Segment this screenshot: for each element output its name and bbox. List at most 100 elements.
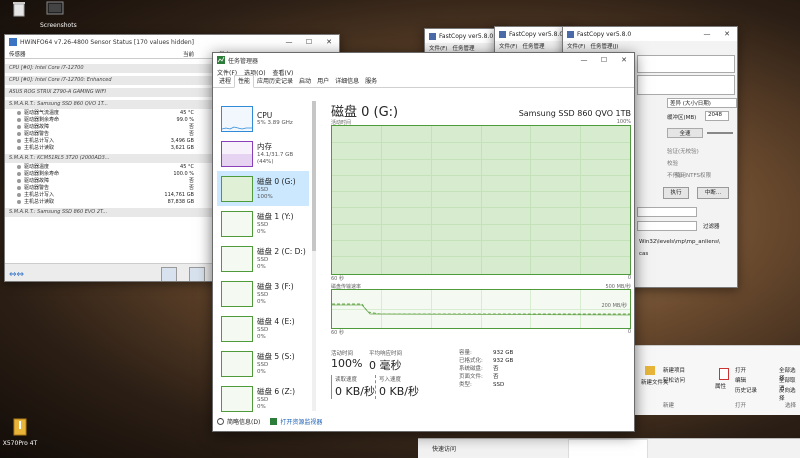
speed-slider[interactable]	[707, 132, 733, 134]
arrows-icon[interactable]: ⇔⇔	[9, 270, 24, 280]
tab-bar: 进程 性能 应用历史记录 启动 用户 详细信息 服务	[213, 75, 634, 88]
history-button[interactable]: 历史记录	[735, 386, 757, 394]
prop-key: 类型:	[459, 382, 472, 388]
scrollbar-thumb[interactable]	[312, 101, 316, 251]
config-icon[interactable]	[189, 267, 205, 281]
close-button[interactable]: ✕	[717, 27, 737, 41]
transfer-mid-label: 200 MB/秒	[601, 303, 627, 309]
network-icon[interactable]	[161, 267, 177, 281]
tab-performance[interactable]: 性能	[234, 75, 255, 88]
fastcopy-titlebar[interactable]: FastCopy ver5.8.0 — ✕	[563, 27, 737, 41]
menu-file[interactable]: 文件(F)	[567, 42, 585, 50]
preview-thumbnail[interactable]	[568, 439, 648, 458]
menu-file[interactable]: 文件(F)	[499, 42, 517, 50]
buffer-input[interactable]: 2048	[705, 111, 729, 121]
fastcopy-titlebar[interactable]: FastCopy ver5.8.0	[425, 29, 503, 43]
sidebar-item-disk4[interactable]: 磁盘 4 (E:) SSD 0%	[217, 311, 309, 346]
disk-thumbnail	[221, 385, 253, 412]
execute-button[interactable]: 执行	[663, 187, 689, 199]
row-current: 45 °C	[180, 109, 194, 116]
easy-access-button[interactable]: 轻松访问	[663, 376, 685, 384]
sidebar-item-sub: 14.1/31.7 GB (44%)	[257, 152, 294, 165]
close-button[interactable]: ✕	[614, 53, 634, 67]
sidebar-item-disk2[interactable]: 磁盘 2 (C: D:) SSD 0%	[217, 241, 309, 276]
sidebar-item-disk5[interactable]: 磁盘 5 (S:) SSD 0%	[217, 346, 309, 381]
menu-job[interactable]: 任务管理(J)	[590, 42, 618, 50]
menu-job[interactable]: 任务管理	[522, 42, 544, 50]
sidebar-item-sub: SSD	[257, 397, 269, 403]
prop-value: SSD	[493, 382, 505, 388]
invert-selection-button[interactable]: 反向选择	[779, 386, 800, 402]
disk-thumbnail	[221, 175, 253, 202]
menu-job[interactable]: 任务管理	[452, 44, 474, 52]
exclude-input[interactable]	[637, 221, 697, 231]
sidebar-item-disk6[interactable]: 磁盘 6 (Z:) SSD 0%	[217, 381, 309, 416]
sensor-icon	[17, 192, 21, 197]
stat-label: 平均响应时间	[369, 351, 403, 357]
sidebar-item-cpu[interactable]: CPU 5% 3.89 GHz	[217, 101, 309, 136]
sensor-icon	[17, 124, 21, 129]
disk-thumbnail	[221, 315, 253, 342]
column-header[interactable]: 传感器	[5, 50, 145, 58]
prop-key: 系统磁盘:	[459, 366, 483, 372]
sidebar-item-memory[interactable]: 内存 14.1/31.7 GB (44%)	[217, 136, 309, 171]
source-input[interactable]	[637, 55, 735, 73]
row-current: 45 °C	[180, 163, 194, 170]
sidebar-item-disk0[interactable]: 磁盘 0 (G:) SSD 100%	[217, 171, 309, 206]
stat-label: 写入速度	[379, 377, 402, 383]
tab-details[interactable]: 详细信息	[332, 76, 362, 87]
tab-processes[interactable]: 进程	[216, 76, 234, 87]
tab-app-history[interactable]: 应用历史记录	[254, 76, 296, 87]
stat-active-time: 活动时间 100%	[331, 349, 362, 370]
fewer-details-link[interactable]: 简略信息(D)	[227, 417, 260, 426]
sidebar-item-value: 0%	[257, 264, 266, 270]
tab-users[interactable]: 用户	[314, 76, 332, 87]
stat-value: 100%	[331, 357, 363, 370]
maximize-button[interactable]: ☐	[299, 35, 319, 49]
include-input[interactable]	[637, 207, 697, 217]
sidebar-item-disk1[interactable]: 磁盘 1 (Y:) SSD 0%	[217, 206, 309, 241]
open-button[interactable]: 打开	[735, 366, 746, 374]
close-button[interactable]: ✕	[319, 35, 339, 49]
explorer-bottom: 快速访问	[418, 438, 800, 458]
new-item-button[interactable]: 新建项目	[663, 366, 685, 374]
archive-icon	[13, 418, 27, 436]
menu-file[interactable]: 文件(F)	[429, 44, 447, 52]
performance-sidebar: CPU 5% 3.89 GHz 内存 14.1/31.7 GB (44%) 磁盘 0…	[217, 101, 309, 412]
page-title: 磁盘 0 (G:)	[331, 105, 399, 120]
properties-icon[interactable]	[719, 368, 729, 380]
desktop-icon-screenshots[interactable]: Screenshots	[40, 0, 77, 29]
edit-button[interactable]: 编辑	[735, 376, 746, 384]
minimize-button[interactable]: —	[574, 53, 594, 67]
filter-checkbox[interactable]: 过滤器	[703, 222, 720, 230]
open-resource-monitor-link[interactable]: 打开资源监视器	[280, 417, 322, 426]
hwinfo-titlebar[interactable]: HWiNFO64 v7.26-4800 Sensor Status [170 v…	[5, 35, 339, 49]
speed-button[interactable]: 全速	[667, 128, 703, 138]
tab-services[interactable]: 服务	[362, 76, 380, 87]
verify-checkbox[interactable]: 验证(无校验)	[667, 147, 699, 155]
stop-button[interactable]: 中断...	[697, 187, 729, 199]
column-header[interactable]: 当前	[145, 50, 200, 58]
chevron-up-icon[interactable]: ^	[217, 418, 224, 425]
dest-input[interactable]	[637, 75, 735, 95]
minimize-button[interactable]: —	[279, 35, 299, 49]
properties-label[interactable]: 属性	[715, 382, 726, 390]
sidebar-item-disk3[interactable]: 磁盘 3 (F:) SSD 0%	[217, 276, 309, 311]
mode-select[interactable]: 差异 (大小/日期)	[667, 98, 737, 108]
trash-icon	[13, 2, 25, 17]
quick-access-item[interactable]: 快速访问	[432, 444, 456, 453]
sidebar-scrollbar[interactable]	[312, 101, 316, 411]
tab-startup[interactable]: 启动	[296, 76, 314, 87]
desktop-icon-x570[interactable]: X570Pro 4T	[0, 418, 40, 447]
new-folder-icon[interactable]	[645, 366, 655, 375]
ntfs-checkbox[interactable]: 使用NTFS权限	[675, 171, 711, 179]
minimize-button[interactable]: —	[697, 27, 717, 41]
group-label: 打开	[735, 403, 747, 409]
compare-checkbox[interactable]: 校验	[667, 159, 678, 167]
maximize-button[interactable]: ☐	[594, 53, 614, 67]
stat-value: 0 KB/秒	[335, 385, 375, 398]
taskmgr-titlebar[interactable]: 任务管理器 — ☐ ✕	[213, 53, 634, 67]
memory-fill	[222, 153, 252, 166]
row-current: 99.0 %	[176, 116, 194, 123]
recycle-bin-icon[interactable]	[2, 0, 36, 22]
